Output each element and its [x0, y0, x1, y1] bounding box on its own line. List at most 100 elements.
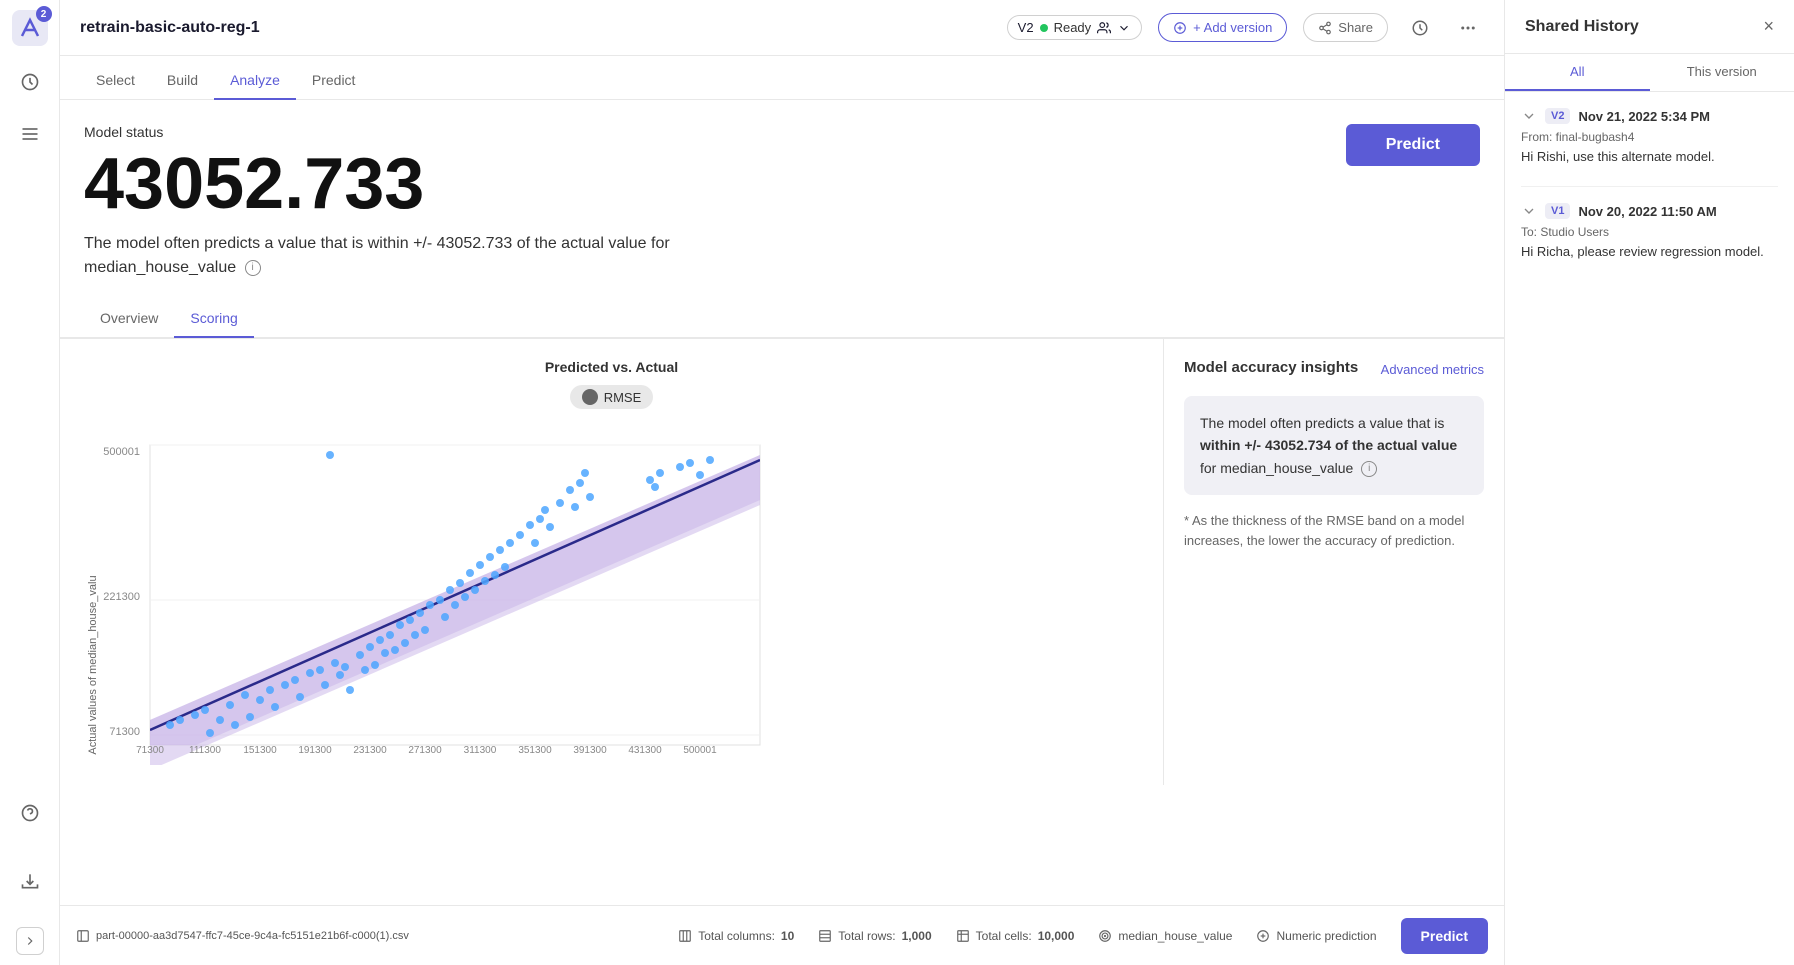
cells-label: Total cells: — [976, 929, 1032, 943]
users-icon — [1097, 21, 1111, 35]
predict-bottom-button[interactable]: Predict — [1401, 918, 1488, 954]
app-header: retrain-basic-auto-reg-1 V2 Ready + Add … — [60, 0, 1504, 56]
status-dot — [1040, 24, 1048, 32]
chart-title: Predicted vs. Actual — [80, 359, 1143, 375]
columns-icon — [678, 929, 692, 943]
rmse-toggle-pill[interactable]: RMSE — [570, 385, 654, 409]
svg-text:311300: 311300 — [464, 745, 497, 756]
add-version-label: + Add version — [1193, 20, 1272, 35]
history-to-v1: To: Studio Users — [1521, 225, 1778, 239]
accuracy-info-icon[interactable]: i — [1361, 461, 1377, 477]
total-rows-stat: Total rows: 1,000 — [818, 929, 931, 943]
toggle-circle — [582, 389, 598, 405]
accuracy-card: The model often predicts a value that is… — [1184, 396, 1484, 495]
collapse-icon-v1[interactable] — [1521, 203, 1537, 219]
target-icon — [1098, 929, 1112, 943]
history-item-v2: V2 Nov 21, 2022 5:34 PM From: final-bugb… — [1521, 108, 1778, 166]
right-panel-tab-all[interactable]: All — [1505, 54, 1650, 91]
tab-build[interactable]: Build — [151, 62, 214, 100]
model-info: Model status 43052.733 The model often p… — [84, 124, 1346, 280]
sidebar-export-icon[interactable] — [14, 865, 46, 897]
target-label: median_house_value — [1118, 929, 1232, 943]
right-panel-content: V2 Nov 21, 2022 5:34 PM From: final-bugb… — [1505, 92, 1794, 965]
model-rmse-value: 43052.733 — [84, 148, 1346, 220]
plus-circle-icon — [1173, 21, 1187, 35]
svg-text:Predicted values of median_hou: Predicted values of median_house_value — [350, 764, 570, 765]
y-axis-label: Actual values of median_house_valu — [87, 575, 99, 754]
app-title: retrain-basic-auto-reg-1 — [80, 19, 260, 37]
model-status-section: Model status 43052.733 The model often p… — [84, 124, 1480, 280]
right-panel-tabs: All This version — [1505, 54, 1794, 92]
right-panel-header: Shared History × — [1505, 0, 1794, 54]
main-area: retrain-basic-auto-reg-1 V2 Ready + Add … — [60, 0, 1504, 965]
bottom-file-info: part-00000-aa3d7547-ffc7-45ce-9c4a-fc515… — [76, 929, 654, 943]
description-info-icon[interactable]: i — [245, 260, 261, 276]
sidebar-expand-button[interactable] — [16, 927, 44, 955]
predict-main-button[interactable]: Predict — [1346, 124, 1480, 166]
accuracy-header: Model accuracy insights Advanced metrics — [1184, 359, 1484, 380]
close-panel-button[interactable]: × — [1763, 16, 1774, 37]
history-msg-v2: Hi Rishi, use this alternate model. — [1521, 148, 1778, 166]
app-logo[interactable]: 2 — [12, 10, 48, 46]
history-from-v2: From: final-bugbash4 — [1521, 130, 1778, 144]
sidebar-help-icon[interactable] — [14, 797, 46, 829]
prediction-type-info: Numeric prediction — [1256, 929, 1376, 943]
history-msg-v1: Hi Richa, please review regression model… — [1521, 243, 1778, 261]
status-text: Ready — [1054, 20, 1092, 35]
svg-text:351300: 351300 — [518, 745, 552, 756]
model-status-label: Model status — [84, 124, 1346, 140]
rows-value: 1,000 — [902, 929, 932, 943]
right-panel-tab-version[interactable]: This version — [1650, 54, 1794, 91]
tab-analyze[interactable]: Analyze — [214, 62, 296, 100]
target-info: median_house_value — [1098, 929, 1232, 943]
columns-label: Total columns: — [698, 929, 775, 943]
chart-container: Predicted vs. Actual RMSE Actual values … — [60, 339, 1164, 785]
total-cells-stat: Total cells: 10,000 — [956, 929, 1075, 943]
history-divider — [1521, 186, 1778, 187]
navigation-tabs: Select Build Analyze Predict — [60, 56, 1504, 100]
svg-text:191300: 191300 — [298, 745, 332, 756]
rmse-toggle[interactable]: RMSE — [80, 385, 1143, 409]
version-chip-v2: V2 — [1545, 108, 1570, 124]
history-item-v2-header: V2 Nov 21, 2022 5:34 PM — [1521, 108, 1778, 124]
right-panel-title: Shared History — [1525, 18, 1639, 36]
sidebar: 2 — [0, 0, 60, 965]
sidebar-menu-icon[interactable] — [14, 118, 46, 150]
accuracy-title: Model accuracy insights — [1184, 359, 1358, 376]
version-chip-v1: V1 — [1545, 203, 1570, 219]
chevron-down-icon — [1117, 21, 1131, 35]
numeric-icon — [1256, 929, 1270, 943]
model-description: The model often predicts a value that is… — [84, 232, 684, 280]
svg-text:500001: 500001 — [683, 745, 717, 756]
collapse-icon-v2[interactable] — [1521, 108, 1537, 124]
svg-text:111300: 111300 — [189, 745, 221, 756]
sidebar-history-icon[interactable] — [14, 66, 46, 98]
svg-text:431300: 431300 — [628, 745, 662, 756]
file-name: part-00000-aa3d7547-ffc7-45ce-9c4a-fc515… — [96, 930, 409, 942]
version-label: V2 — [1018, 20, 1034, 35]
cells-icon — [956, 929, 970, 943]
scatter-chart: Actual values of median_house_valu 50000… — [80, 425, 1143, 765]
sub-tab-scoring[interactable]: Scoring — [174, 300, 253, 338]
history-icon-button[interactable] — [1404, 12, 1436, 44]
share-button[interactable]: Share — [1303, 13, 1388, 42]
accuracy-note: * As the thickness of the RMSE band on a… — [1184, 511, 1484, 550]
history-date-v2: Nov 21, 2022 5:34 PM — [1578, 109, 1710, 124]
advanced-metrics-link[interactable]: Advanced metrics — [1381, 362, 1484, 377]
tab-predict[interactable]: Predict — [296, 62, 372, 100]
history-date-v1: Nov 20, 2022 11:50 AM — [1578, 204, 1716, 219]
version-status-badge[interactable]: V2 Ready — [1007, 15, 1142, 40]
sub-tab-overview[interactable]: Overview — [84, 300, 174, 338]
tab-select[interactable]: Select — [80, 62, 151, 100]
history-item-v1-header: V1 Nov 20, 2022 11:50 AM — [1521, 203, 1778, 219]
accuracy-card-text: The model often predicts a value that is… — [1200, 412, 1468, 479]
more-options-button[interactable] — [1452, 12, 1484, 44]
clock-icon — [1411, 19, 1429, 37]
share-icon — [1318, 21, 1332, 35]
add-version-button[interactable]: + Add version — [1158, 13, 1287, 42]
svg-text:500001: 500001 — [103, 446, 140, 458]
prediction-type-label: Numeric prediction — [1276, 929, 1376, 943]
accuracy-panel: Model accuracy insights Advanced metrics… — [1164, 339, 1504, 785]
svg-text:391300: 391300 — [573, 745, 607, 756]
right-panel: Shared History × All This version V2 Nov… — [1504, 0, 1794, 965]
